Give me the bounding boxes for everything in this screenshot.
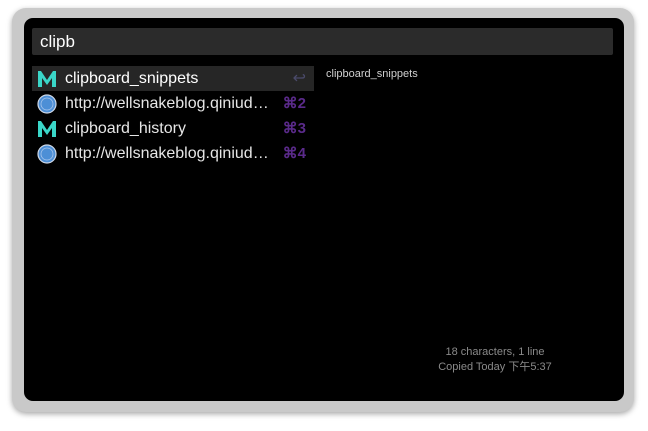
clip-preview: clipboard_snippets — [326, 68, 418, 80]
result-title: clipboard_snippets — [65, 70, 199, 87]
m-logo-icon — [36, 68, 58, 90]
result-row[interactable]: http://wellsnakeblog.qiniudn.com ⌘2 — [32, 91, 314, 116]
shortcut-label: ⌘4 — [282, 145, 306, 162]
enter-icon: ↩ — [292, 70, 306, 87]
result-row[interactable]: clipboard_snippets ↩ — [32, 66, 314, 91]
m-logo-icon — [36, 118, 58, 140]
clip-info: 18 characters, 1 line Copied Today 下午5:3… — [330, 345, 648, 375]
results-list: clipboard_snippets ↩ http://wellsnakeblo… — [32, 66, 314, 166]
result-title: http://wellsnakeblog.qiniudn.com — [65, 145, 270, 162]
search-input[interactable]: clipb — [32, 28, 613, 55]
clip-stats: 18 characters, 1 line — [445, 346, 545, 358]
result-row[interactable]: clipboard_history ⌘3 — [32, 116, 314, 141]
shortcut-label: ⌘2 — [282, 95, 306, 112]
safari-globe-icon — [36, 143, 58, 165]
result-title: http://wellsnakeblog.qiniudn.com — [65, 95, 270, 112]
result-row[interactable]: http://wellsnakeblog.qiniudn.com ⌘4 — [32, 141, 314, 166]
clip-copied-time: Copied Today 下午5:37 — [438, 361, 552, 373]
shortcut-label: ⌘3 — [282, 120, 306, 137]
result-title: clipboard_history — [65, 120, 186, 137]
safari-globe-icon — [36, 93, 58, 115]
launcher-panel: clipb clipboard_snippets ↩ http://wellsn… — [24, 18, 624, 401]
